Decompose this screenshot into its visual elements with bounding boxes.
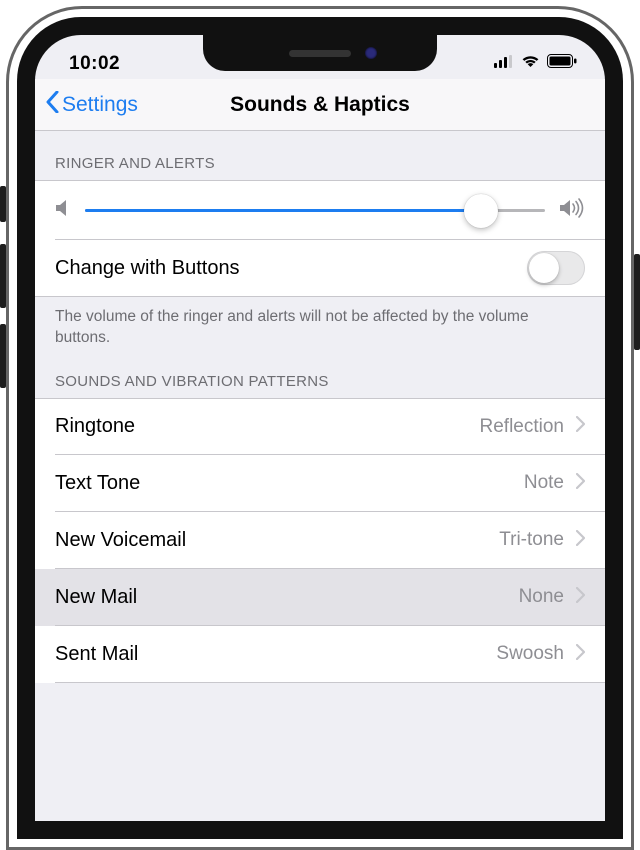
row-text-tone[interactable]: Text Tone Note	[35, 455, 605, 512]
status-icons	[494, 54, 577, 73]
speaker-min-icon	[55, 199, 71, 223]
change-with-buttons-toggle[interactable]	[527, 251, 585, 285]
row-value: Swoosh	[496, 643, 564, 665]
phone-screen: 10:02	[35, 35, 605, 821]
section-footer-ringer: The volume of the ringer and alerts will…	[35, 297, 605, 357]
row-label: Ringtone	[55, 415, 480, 438]
row-new-voicemail[interactable]: New Voicemail Tri-tone	[35, 512, 605, 569]
earpiece-speaker	[289, 50, 351, 57]
section-header-sounds: Sounds and Vibration Patterns	[35, 357, 605, 398]
toggle-knob	[529, 253, 559, 283]
row-value: None	[519, 586, 564, 608]
chevron-right-icon	[576, 529, 585, 552]
change-with-buttons-label: Change with Buttons	[55, 257, 527, 280]
chevron-right-icon	[576, 586, 585, 609]
slider-fill	[85, 209, 481, 212]
ringer-volume-slider[interactable]	[85, 209, 545, 212]
speaker-max-icon	[559, 198, 585, 224]
row-new-mail[interactable]: New Mail None	[35, 569, 605, 626]
row-sent-mail[interactable]: Sent Mail Swoosh	[35, 626, 605, 683]
row-label: Sent Mail	[55, 643, 496, 666]
notch	[203, 35, 437, 71]
chevron-left-icon	[45, 91, 60, 119]
phone-frame: 10:02	[6, 6, 634, 850]
wifi-icon	[521, 54, 540, 73]
section-header-ringer: Ringer and Alerts	[35, 131, 605, 180]
phone-bezel: 10:02	[17, 17, 623, 839]
row-value: Tri-tone	[499, 529, 564, 551]
change-with-buttons-row: Change with Buttons	[35, 240, 605, 297]
back-button[interactable]: Settings	[45, 79, 138, 130]
cellular-icon	[494, 55, 514, 73]
ringer-volume-row	[35, 180, 605, 240]
slider-thumb[interactable]	[464, 194, 498, 228]
row-label: New Mail	[55, 586, 519, 609]
row-value: Note	[524, 472, 564, 494]
chevron-right-icon	[576, 415, 585, 438]
status-time: 10:02	[69, 53, 120, 75]
back-label: Settings	[62, 93, 138, 117]
battery-icon	[547, 54, 577, 73]
row-ringtone[interactable]: Ringtone Reflection	[35, 398, 605, 455]
side-button	[634, 254, 640, 350]
row-label: New Voicemail	[55, 529, 499, 552]
page-title: Sounds & Haptics	[230, 93, 410, 117]
nav-bar: Settings Sounds & Haptics	[35, 79, 605, 131]
chevron-right-icon	[576, 643, 585, 666]
front-camera	[365, 47, 377, 59]
chevron-right-icon	[576, 472, 585, 495]
row-label: Text Tone	[55, 472, 524, 495]
row-value: Reflection	[480, 416, 565, 438]
